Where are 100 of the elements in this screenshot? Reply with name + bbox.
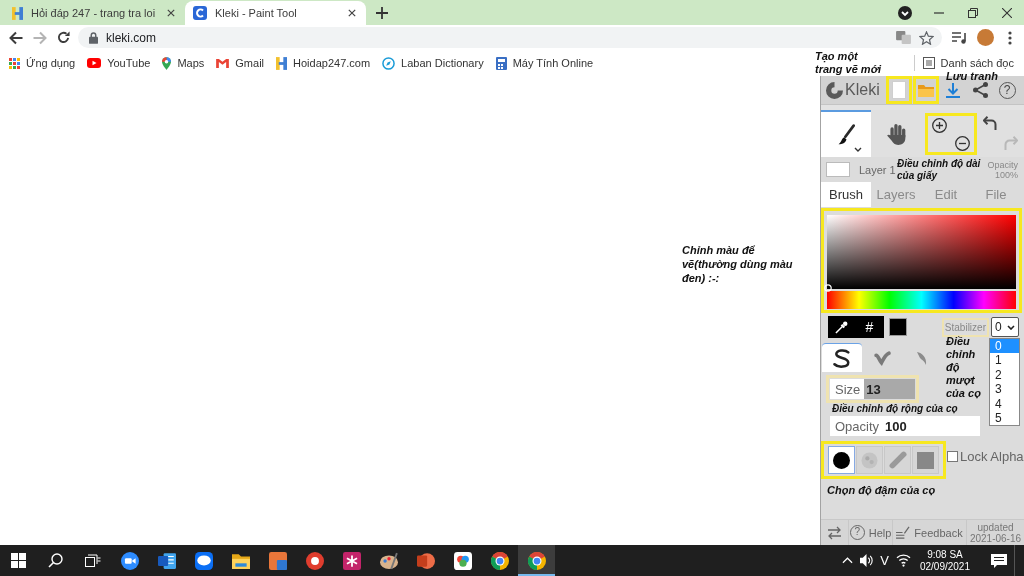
bars-logo-icon xyxy=(12,6,23,20)
share-icon[interactable] xyxy=(972,82,988,98)
close-icon[interactable] xyxy=(1002,7,1012,18)
brush-icon xyxy=(837,124,855,145)
play-logo-icon xyxy=(87,58,102,68)
annotation-text: Chọn độ đậm của cọ xyxy=(827,484,936,497)
round-tip-icon xyxy=(833,451,850,469)
dropdown-option[interactable]: 5 xyxy=(990,410,1019,426)
stabilizer-select[interactable]: 0 xyxy=(991,317,1019,337)
annotation-text: Tạo một trang vẽ mới xyxy=(815,50,883,76)
layer-thumbnail[interactable] xyxy=(826,162,850,177)
overlapping-squares-icon[interactable] xyxy=(896,31,911,44)
layer-name[interactable]: Layer 1 xyxy=(859,163,896,176)
clock-time[interactable]: 9:08 SA xyxy=(927,548,963,561)
annotation-text: Điều chỉnh độ dài của giấy xyxy=(897,158,982,182)
bookmark-link[interactable]: Laban Dictionary xyxy=(382,56,484,70)
checkbox[interactable] xyxy=(947,450,958,462)
minimize-icon[interactable] xyxy=(934,11,944,14)
undo-icon[interactable] xyxy=(982,116,997,132)
plus-icon[interactable] xyxy=(376,6,388,19)
caret-icon[interactable] xyxy=(854,147,862,152)
wifi-icon[interactable] xyxy=(895,554,911,567)
close-icon[interactable] xyxy=(348,9,356,17)
calculator-icon xyxy=(495,56,507,70)
browser-app-icon xyxy=(527,551,546,570)
bars-logo-icon xyxy=(276,56,288,70)
dropdown-option[interactable]: 1 xyxy=(990,353,1019,368)
saturation-value-field[interactable] xyxy=(827,215,1016,289)
swap-arrows-icon[interactable] xyxy=(827,525,842,540)
square-tip-icon xyxy=(917,451,934,469)
brush-slider[interactable]: Size 13 xyxy=(830,379,915,399)
star-icon[interactable] xyxy=(919,30,934,45)
brush-tool-button[interactable] xyxy=(821,110,871,157)
zoom-in-icon[interactable] xyxy=(932,117,947,133)
close-icon[interactable] xyxy=(167,9,175,17)
bookmark-link[interactable]: YouTube xyxy=(87,57,151,69)
chevron-up-icon[interactable] xyxy=(842,557,854,564)
address-bar[interactable]: kleki.com xyxy=(78,27,942,48)
brush-slider[interactable]: Opacity 100 xyxy=(830,416,980,436)
browser-app-icon xyxy=(490,551,509,570)
browser-tab[interactable]: Kleki - Paint Tool xyxy=(185,1,366,25)
hand-icon xyxy=(886,124,906,145)
apps-grid-icon xyxy=(9,57,20,69)
leaf-stroke-icon xyxy=(916,350,928,366)
swirl-logo-icon xyxy=(193,6,207,20)
clock-date[interactable]: 02/09/2021 xyxy=(919,560,970,573)
avatar-icon[interactable] xyxy=(977,29,994,46)
bookmark-link[interactable]: Ứng dụng xyxy=(9,57,76,69)
hex-button[interactable]: # xyxy=(861,319,878,335)
annotation-text: Điều chỉnh độ mượt của cọ xyxy=(946,335,982,400)
slanted-tip-icon xyxy=(888,451,907,469)
hue-slider[interactable] xyxy=(827,291,1016,309)
slider-label: Size xyxy=(835,381,861,397)
download-icon[interactable] xyxy=(946,82,960,98)
panel-tab[interactable]: Brush xyxy=(821,182,871,207)
zoom-out-icon[interactable] xyxy=(955,135,970,151)
speaker-icon[interactable] xyxy=(860,553,874,568)
chevron-circle-icon[interactable] xyxy=(898,5,912,20)
s-stroke-icon xyxy=(832,348,852,368)
restore-icon[interactable] xyxy=(968,7,978,18)
layer-opacity-value: 100% xyxy=(994,169,1018,180)
slider-label: Opacity xyxy=(835,418,880,434)
checkbox-label: Lock Alpha xyxy=(960,448,1024,464)
caret-icon xyxy=(1007,324,1015,330)
brush-shape-button[interactable] xyxy=(828,446,855,474)
notification-icon[interactable] xyxy=(991,553,1007,568)
updated-date: updated 2021-06-16 xyxy=(968,521,1023,544)
dropdown-option[interactable]: 3 xyxy=(990,382,1019,397)
palette-app-icon xyxy=(379,551,398,570)
bookmark-link[interactable]: Máy Tính Online xyxy=(495,56,594,70)
document-app-icon xyxy=(157,551,176,570)
bookmark-link[interactable]: Hoidap247.com xyxy=(276,56,371,70)
color-circles-app-icon xyxy=(453,551,472,570)
back-arrow-icon[interactable] xyxy=(9,30,23,45)
dropdown-option[interactable]: 2 xyxy=(990,367,1019,383)
v-stroke-icon xyxy=(873,350,891,366)
bookmark-link[interactable]: Gmail xyxy=(216,57,265,69)
layer-opacity-label: Opacity xyxy=(987,159,1018,170)
ring-app-icon xyxy=(305,551,324,570)
bookmark-link[interactable]: Maps xyxy=(162,56,205,70)
brush-type-tab[interactable] xyxy=(822,343,862,372)
annotation-text: Chỉnh màu để vẽ(thường dùng màu đen) :-: xyxy=(682,243,794,285)
map-pin-icon xyxy=(162,56,172,70)
current-color-swatch[interactable] xyxy=(889,318,907,336)
start-icon[interactable] xyxy=(11,553,26,568)
task-view-icon[interactable] xyxy=(84,553,101,568)
picker-marker-icon[interactable] xyxy=(824,284,832,292)
reading-list-button[interactable]: Danh sách đọc xyxy=(922,57,1014,69)
eyedropper-icon[interactable] xyxy=(834,320,848,334)
more-menu-icon[interactable] xyxy=(1008,30,1012,45)
browser-tab[interactable]: Hỏi đáp 247 - trang tra loi xyxy=(4,1,185,25)
media-list-icon[interactable] xyxy=(952,31,967,44)
search-icon[interactable] xyxy=(48,553,63,568)
taskbar-button[interactable] xyxy=(518,545,555,576)
chat-app-icon xyxy=(194,551,213,570)
mail-logo-icon xyxy=(216,58,230,68)
input-language-text[interactable]: V xyxy=(880,553,889,568)
reload-icon[interactable] xyxy=(57,31,70,44)
dropdown-option[interactable]: 4 xyxy=(990,396,1019,411)
slider-value: 100 xyxy=(885,418,907,434)
